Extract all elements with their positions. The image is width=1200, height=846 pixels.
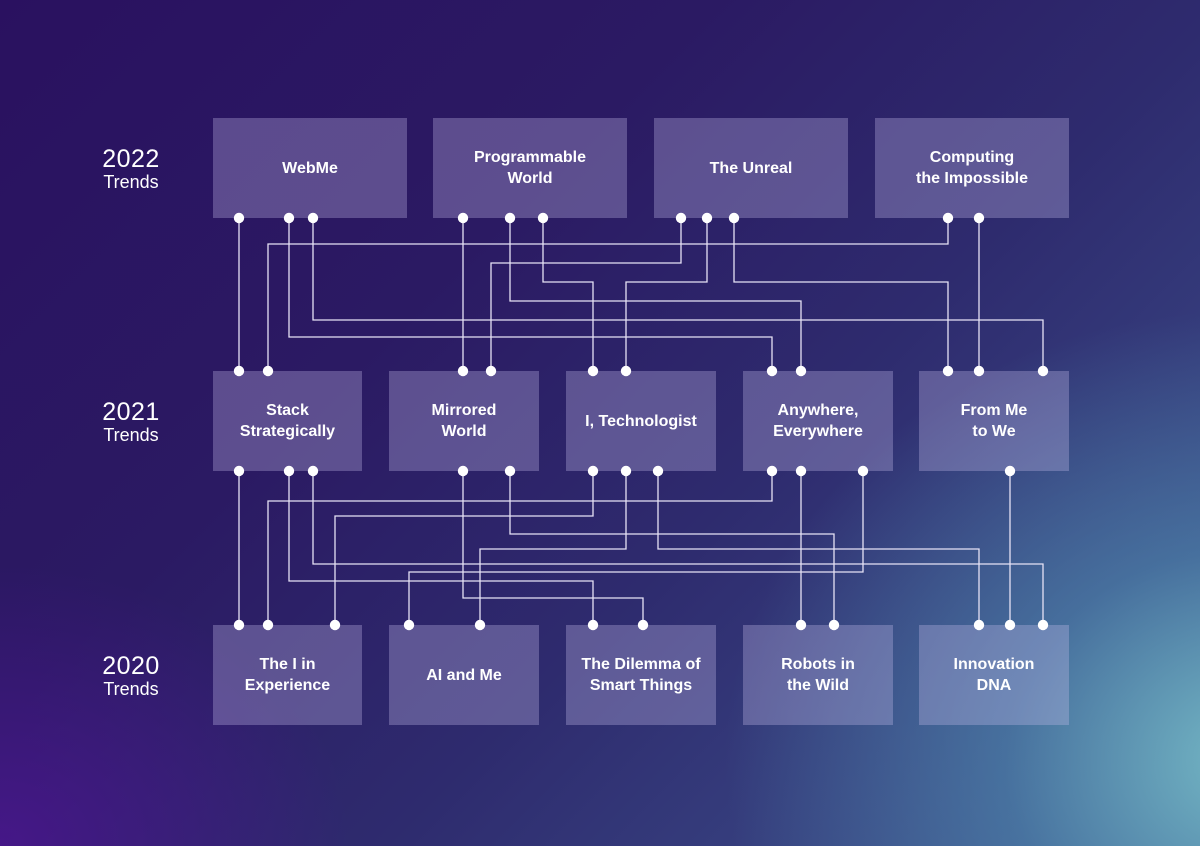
connector-dot (828, 619, 840, 631)
connector-dot (307, 465, 319, 477)
connector-dot (457, 365, 469, 377)
connector-dot (587, 465, 599, 477)
connection-line (267, 218, 949, 371)
connector-dot (1037, 619, 1049, 631)
connection-line (312, 471, 1044, 625)
connector-dot (637, 619, 649, 631)
connector-dot (795, 365, 807, 377)
connector-dot (403, 619, 415, 631)
connector-dot (701, 212, 713, 224)
connector-dot (504, 465, 516, 477)
connection-line (509, 471, 835, 625)
connector-dot (1004, 465, 1016, 477)
connection-line (288, 218, 773, 371)
connector-dot (1037, 365, 1049, 377)
connector-dot (973, 365, 985, 377)
connection-line (542, 218, 594, 371)
connector-dot (457, 212, 469, 224)
connector-dot (283, 465, 295, 477)
connector-dot (766, 465, 778, 477)
connector-dot (620, 365, 632, 377)
connector-dot (307, 212, 319, 224)
connection-line (267, 471, 773, 625)
connector-dot (728, 212, 740, 224)
connector-dot (652, 465, 664, 477)
connector-dot (283, 212, 295, 224)
connector-dot (942, 212, 954, 224)
connector-dot (474, 619, 486, 631)
connection-line (625, 218, 708, 371)
connection-line (509, 218, 802, 371)
connector-dot (620, 465, 632, 477)
connection-line (733, 218, 949, 371)
connection-line (657, 471, 980, 625)
connector-dot (587, 365, 599, 377)
connector-dot (233, 619, 245, 631)
connector-dot (973, 619, 985, 631)
connector-dot (457, 465, 469, 477)
connector-dot (857, 465, 869, 477)
connector-dot (1004, 619, 1016, 631)
connection-line (479, 471, 627, 625)
connector-dot (587, 619, 599, 631)
connector-dot (675, 212, 687, 224)
connector-dot (329, 619, 341, 631)
connection-line (408, 471, 864, 625)
connection-line (334, 471, 594, 625)
connector-dot (795, 465, 807, 477)
connector-dot (795, 619, 807, 631)
connector-dot (942, 365, 954, 377)
connector-dot (233, 365, 245, 377)
connector-dot (766, 365, 778, 377)
connector-dot (233, 465, 245, 477)
connection-line (490, 218, 682, 371)
connector-dot (537, 212, 549, 224)
connection-line (312, 218, 1044, 371)
connection-lines (233, 212, 1049, 631)
connection-line (462, 471, 644, 625)
connector-dot (233, 212, 245, 224)
connector-dot (262, 365, 274, 377)
connector-dot (485, 365, 497, 377)
connector-dot (504, 212, 516, 224)
connector-dot (262, 619, 274, 631)
connector-dot (973, 212, 985, 224)
